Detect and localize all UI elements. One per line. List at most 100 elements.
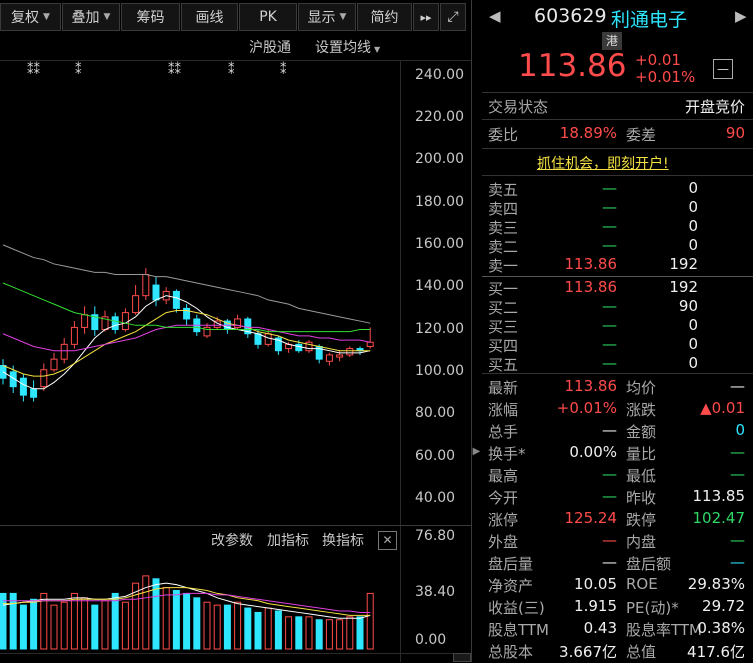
volume-bar — [70, 592, 78, 650]
level-label: 卖三 — [488, 219, 519, 237]
volume-bar — [254, 611, 262, 650]
stat-value: — — [730, 377, 745, 395]
trade-state-row: 交易状态 开盘竞价 — [482, 96, 753, 118]
stat-label: 股息率TTM — [626, 621, 703, 639]
open-account-link[interactable]: 抓住机会，即刻开户! — [537, 153, 669, 173]
volume-bar — [172, 590, 180, 650]
stat-value: — — [730, 465, 745, 483]
candle-body — [336, 354, 344, 358]
level-label: 买二 — [488, 299, 519, 317]
stat-value: — — [730, 553, 745, 571]
stat-value: +0.01% — [556, 399, 617, 417]
fuquan-dropdown[interactable]: 复权 ▼ — [0, 3, 61, 31]
stat-label: 涨幅 — [488, 401, 519, 419]
level-label: 买五 — [488, 356, 519, 374]
candle — [305, 340, 313, 353]
candle-body — [172, 290, 180, 309]
y-tick-label: 200.00 — [415, 151, 464, 168]
candle-body — [254, 333, 262, 345]
stat-value: — — [602, 553, 617, 571]
volume-bar — [101, 600, 109, 650]
last-price: 113.86 — [518, 48, 627, 84]
stat-label: 净资产 — [488, 577, 534, 595]
stat-label: 量比 — [626, 445, 657, 463]
draw-line-button[interactable]: 画线 — [181, 3, 238, 31]
volume-bar — [0, 592, 7, 650]
volume-chart — [0, 575, 374, 650]
y-tick-label: 80.00 — [415, 405, 456, 422]
minus-button[interactable]: — — [713, 59, 733, 79]
stat-label: 总手 — [488, 423, 519, 441]
stat-row: 最新 113.86 均价 — — [482, 377, 753, 399]
simple-button[interactable]: 简约 — [357, 3, 412, 31]
stat-value: ▲0.01 — [700, 399, 745, 417]
weicha-label: 委差 — [626, 126, 657, 144]
stat-value: — — [730, 531, 745, 549]
candle-body — [81, 314, 89, 328]
candle-body — [19, 377, 27, 396]
divider — [482, 148, 753, 149]
stat-label: PE(动)* — [626, 599, 679, 617]
y-tick-label: 40.00 — [415, 489, 456, 506]
candle-body — [60, 343, 68, 360]
stat-value: 1.915 — [574, 597, 617, 615]
level-label: 买一 — [488, 280, 519, 298]
candle — [81, 306, 89, 334]
level-volume: 0 — [688, 316, 698, 334]
candle — [19, 373, 27, 402]
stat-label: 最新 — [488, 379, 519, 397]
stat-label: 内盘 — [626, 533, 657, 551]
stat-label: 最低 — [626, 467, 657, 485]
display-dropdown[interactable]: 显示 ▼ — [298, 3, 356, 31]
overlay-dropdown[interactable]: 叠加 ▼ — [62, 3, 120, 31]
ask-row[interactable]: 卖一 113.86 192 — [482, 255, 753, 277]
prev-stock-icon[interactable]: ◀ — [489, 7, 501, 25]
volume-bar — [325, 619, 333, 650]
volume-bar — [193, 597, 201, 650]
stat-value: — — [602, 531, 617, 549]
y-tick-label: 160.00 — [415, 235, 464, 252]
level-volume: 0 — [688, 217, 698, 235]
expand-icon[interactable]: ⤢ — [440, 3, 466, 31]
candle-body — [111, 316, 119, 331]
candle — [40, 363, 48, 391]
candle — [366, 327, 374, 349]
volume-bar — [60, 601, 68, 650]
scrollbar-handle[interactable] — [453, 653, 471, 662]
stat-row: 涨幅 +0.01% 涨跌 ▲0.01 — [482, 399, 753, 421]
stat-value: — — [730, 443, 745, 461]
hgt-label[interactable]: 沪股通 — [249, 37, 291, 59]
orderbook-midline — [482, 276, 753, 277]
stock-name[interactable]: 利通电子 — [611, 5, 687, 32]
stat-label: 股息TTM — [488, 621, 550, 639]
stat-value: 0.38% — [697, 619, 745, 637]
stat-row: 总股本 3.667亿 总值 417.6亿 — [482, 641, 753, 663]
volume-bar — [234, 601, 242, 650]
set-ma-dropdown[interactable]: 设置均线 ▼ — [315, 37, 380, 59]
ma-line — [2, 324, 371, 352]
trade-state-value: 开盘竞价 — [684, 98, 745, 116]
candle — [183, 304, 191, 326]
pk-button[interactable]: PK — [239, 3, 297, 31]
weicha-value: 90 — [725, 124, 745, 142]
y-tick-label: 120.00 — [415, 320, 464, 337]
volume-bar — [19, 604, 27, 650]
stat-label: ROE — [626, 575, 658, 593]
next-stock-icon[interactable]: ▶ — [735, 7, 747, 25]
volume-bar — [285, 616, 293, 650]
collapse-handle-icon[interactable]: ▶ — [472, 440, 481, 464]
play-icon[interactable]: ▸▸ — [413, 3, 439, 31]
volume-bar — [91, 604, 99, 650]
stat-value: — — [602, 465, 617, 483]
level-price: — — [602, 316, 617, 334]
level-price: 113.86 — [564, 278, 618, 296]
chips-button[interactable]: 筹码 — [121, 3, 180, 31]
chart-bottom-border — [0, 653, 471, 654]
candle — [274, 335, 282, 355]
candle — [172, 289, 180, 313]
stat-value: 29.72 — [702, 597, 745, 615]
volume-bar — [203, 601, 211, 650]
level-price: — — [602, 217, 617, 235]
stock-code: 603629 — [534, 5, 607, 27]
stat-value: 10.05 — [574, 575, 617, 593]
